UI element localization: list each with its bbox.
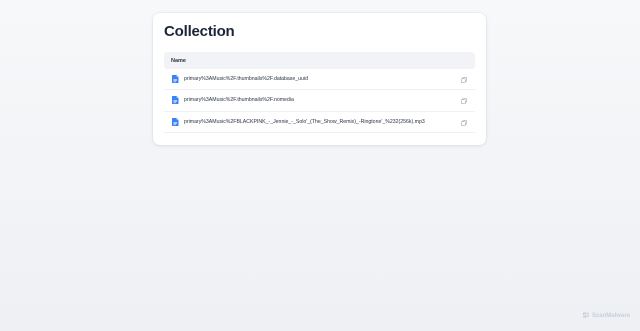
file-table: Name primary%3AMusic%2F.thumbnails%2F.da… [164, 52, 475, 133]
file-icon [172, 96, 179, 105]
scanmalware-watermark: ScanMalware [582, 311, 630, 321]
watermark-text: ScanMalware [591, 313, 630, 319]
copy-icon[interactable] [461, 98, 467, 105]
file-name: primary%3AMusic%2F.thumbnails%2F.databas… [184, 76, 308, 83]
table-header: Name [164, 52, 475, 69]
file-name: primary%3AMusic%2F.thumbnails%2F.nomedia [184, 97, 294, 104]
file-icon [172, 75, 179, 84]
column-header-name: Name [171, 57, 186, 64]
table-row[interactable]: primary%3AMusic%2F.thumbnails%2F.databas… [164, 69, 475, 91]
file-name: primary%3AMusic%2FBLACKPINK_-_Jennie_-_S… [184, 118, 425, 125]
file-icon [172, 117, 179, 126]
table-row[interactable]: primary%3AMusic%2FBLACKPINK_-_Jennie_-_S… [164, 112, 475, 133]
table-row[interactable]: primary%3AMusic%2F.thumbnails%2F.nomedia [164, 90, 475, 112]
collection-card: Collection Name primary%3AMusic%2F.thumb… [153, 13, 486, 145]
copy-icon[interactable] [461, 119, 467, 126]
page-title: Collection [164, 23, 235, 40]
scanmalware-logo-icon [582, 311, 590, 321]
copy-icon[interactable] [461, 77, 467, 83]
